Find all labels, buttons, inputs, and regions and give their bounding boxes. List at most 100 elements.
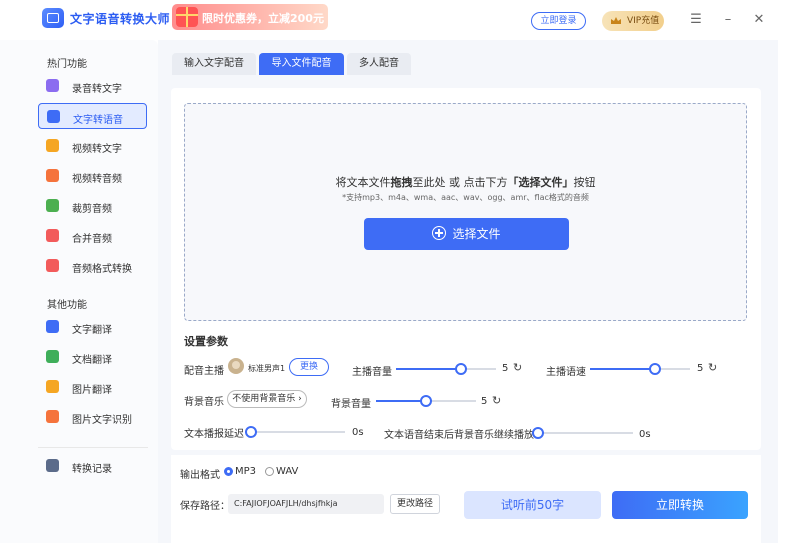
promo-text: 限时优惠券，立减200元 xyxy=(202,12,324,25)
minimize-icon[interactable]: – xyxy=(720,12,736,28)
speed-label: 主播语速 xyxy=(546,367,586,378)
microphone-icon xyxy=(46,79,59,92)
tab-multi-voice[interactable]: 多人配音 xyxy=(347,53,411,75)
sidebar-item-label: 音频格式转换 xyxy=(72,264,132,275)
speed-slider[interactable] xyxy=(590,363,690,375)
convert-icon xyxy=(46,259,59,272)
sidebar-item-doc-translate[interactable]: 文档翻译 xyxy=(38,344,147,370)
bgm-volume-slider[interactable] xyxy=(376,395,476,407)
continue-value: 0s xyxy=(639,429,651,440)
sidebar-item-label: 转换记录 xyxy=(72,464,112,475)
merge-icon xyxy=(46,229,59,242)
file-dropzone[interactable]: 将文本文件拖拽至此处 或 点击下方「选择文件」按钮 *支持mp3、m4a、wma… xyxy=(184,103,747,321)
sidebar-item-label: 裁剪音频 xyxy=(72,204,112,215)
format-mp3-label[interactable]: MP3 xyxy=(235,466,256,477)
excel-icon xyxy=(46,350,59,363)
bgm-label: 背景音乐 xyxy=(184,397,224,408)
sidebar-item-audio-format[interactable]: 音频格式转换 xyxy=(38,253,147,279)
vip-button[interactable]: VIP充值 xyxy=(602,11,664,31)
video-play-icon xyxy=(46,169,59,182)
menu-icon[interactable]: ☰ xyxy=(688,12,704,28)
sidebar-item-merge-audio[interactable]: 合并音频 xyxy=(38,223,147,249)
sidebar-item-label: 视频转文字 xyxy=(72,144,122,155)
chevron-right-icon: › xyxy=(298,394,302,404)
sidebar-section-hot: 热门功能 xyxy=(47,59,87,70)
change-voice-button[interactable]: 更换 xyxy=(289,358,329,376)
history-icon xyxy=(46,459,59,472)
volume-value: 5 xyxy=(502,363,509,374)
sidebar-item-label: 文档翻译 xyxy=(72,355,112,366)
sidebar-item-label: 文字转语音 xyxy=(73,115,123,126)
avatar xyxy=(228,358,244,374)
app-logo-icon xyxy=(42,8,64,28)
speed-value: 5 xyxy=(697,363,704,374)
sidebar-item-video-to-text[interactable]: 视频转文字 xyxy=(38,133,147,159)
sidebar-item-crop-audio[interactable]: 裁剪音频 xyxy=(38,193,147,219)
voice-name: 标准男声1 xyxy=(248,364,286,373)
volume-slider[interactable] xyxy=(396,363,496,375)
app-title: 文字语音转换大师 xyxy=(70,12,171,26)
delay-label: 文本播报延迟 xyxy=(184,429,244,440)
slider-knob[interactable] xyxy=(420,395,432,407)
format-wav-radio[interactable] xyxy=(265,467,274,476)
dropzone-instruction: 将文本文件拖拽至此处 或 点击下方「选择文件」按钮 xyxy=(335,176,596,189)
tab-import-file[interactable]: 导入文件配音 xyxy=(259,53,344,75)
sidebar-divider xyxy=(38,447,148,448)
settings-title: 设置参数 xyxy=(184,335,228,348)
reset-volume-icon[interactable]: ↻ xyxy=(513,361,522,374)
change-path-button[interactable]: 更改路径 xyxy=(390,494,440,514)
image-icon xyxy=(46,380,59,393)
reset-speed-icon[interactable]: ↻ xyxy=(708,361,717,374)
delay-slider[interactable] xyxy=(245,426,345,438)
save-path-field[interactable]: C:FAJIOFJOAFJLH/dhsjfhkja xyxy=(228,494,384,514)
vip-label: VIP充值 xyxy=(627,16,660,26)
reset-bgm-volume-icon[interactable]: ↻ xyxy=(492,394,501,407)
image-ocr-icon xyxy=(46,410,59,423)
path-label: 保存路径： xyxy=(180,501,230,512)
slider-knob[interactable] xyxy=(532,427,544,439)
title-bar: 文字语音转换大师 限时优惠券，立减200元 立即登录 VIP充值 ☰ – ✕ xyxy=(0,0,800,40)
tab-input-text[interactable]: 输入文字配音 xyxy=(172,53,256,75)
close-icon[interactable]: ✕ xyxy=(751,12,767,28)
preview-button[interactable]: 试听前50字 xyxy=(464,491,601,519)
sidebar-item-image-translate[interactable]: 图片翻译 xyxy=(38,374,147,400)
slider-knob[interactable] xyxy=(649,363,661,375)
sidebar-item-text-translate[interactable]: 文字翻译 xyxy=(38,314,147,340)
continue-slider[interactable] xyxy=(532,427,633,439)
login-button[interactable]: 立即登录 xyxy=(531,12,586,30)
sidebar-section-other: 其他功能 xyxy=(47,300,87,311)
slider-knob[interactable] xyxy=(455,363,467,375)
promo-banner[interactable]: 限时优惠券，立减200元 xyxy=(172,4,328,30)
sidebar-item-label: 图片翻译 xyxy=(72,385,112,396)
delay-value: 0s xyxy=(352,427,364,438)
bgm-select-button[interactable]: 不使用背景音乐 › xyxy=(227,390,307,408)
slider-knob[interactable] xyxy=(245,426,257,438)
video-icon xyxy=(46,139,59,152)
crop-icon xyxy=(46,199,59,212)
bgm-volume-value: 5 xyxy=(481,396,488,407)
text-icon xyxy=(47,110,60,123)
sidebar-item-text-to-speech[interactable]: 文字转语音 xyxy=(38,103,147,129)
format-wav-label[interactable]: WAV xyxy=(276,466,298,477)
sidebar-item-label: 图片文字识别 xyxy=(72,415,132,426)
convert-button[interactable]: 立即转换 xyxy=(612,491,748,519)
plus-circle-icon xyxy=(432,226,447,240)
crown-icon xyxy=(611,17,621,24)
sidebar-item-image-ocr[interactable]: 图片文字识别 xyxy=(38,404,147,430)
gift-icon xyxy=(176,7,198,27)
sidebar-item-label: 视频转音频 xyxy=(72,174,122,185)
sidebar-item-audio-to-text[interactable]: 录音转文字 xyxy=(38,73,147,99)
format-label: 输出格式 xyxy=(180,470,220,481)
select-file-button[interactable]: 选择文件 xyxy=(364,218,569,250)
dropzone-formats-hint: *支持mp3、m4a、wma、aac、wav、ogg、amr、flac格式的音频 xyxy=(342,193,589,202)
sidebar-item-history[interactable]: 转换记录 xyxy=(38,453,147,479)
sidebar-item-label: 文字翻译 xyxy=(72,325,112,336)
word-icon xyxy=(46,320,59,333)
volume-label: 主播音量 xyxy=(352,367,392,378)
sidebar-item-label: 录音转文字 xyxy=(72,84,122,95)
format-mp3-radio[interactable] xyxy=(224,467,233,476)
sidebar-item-video-to-audio[interactable]: 视频转音频 xyxy=(38,163,147,189)
voice-label: 配音主播 xyxy=(184,366,224,377)
bgm-volume-label: 背景音量 xyxy=(331,399,371,410)
continue-label: 文本语音结束后背景音乐继续播放 xyxy=(384,430,534,441)
